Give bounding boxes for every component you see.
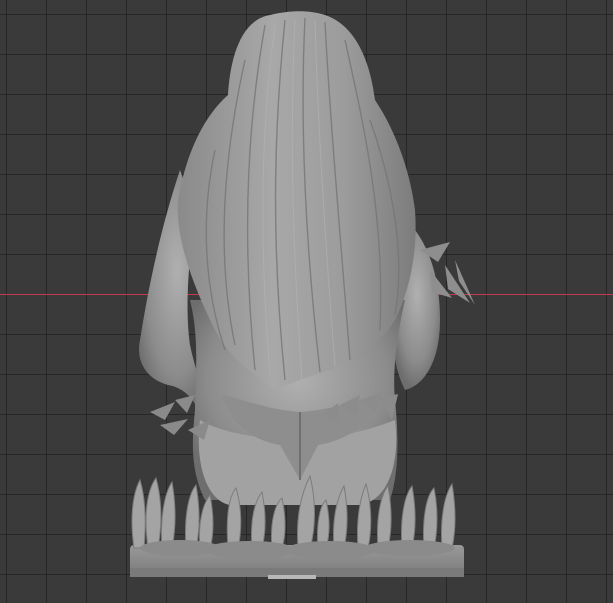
3d-viewport[interactable] xyxy=(0,0,613,603)
bust-model[interactable] xyxy=(0,0,613,603)
